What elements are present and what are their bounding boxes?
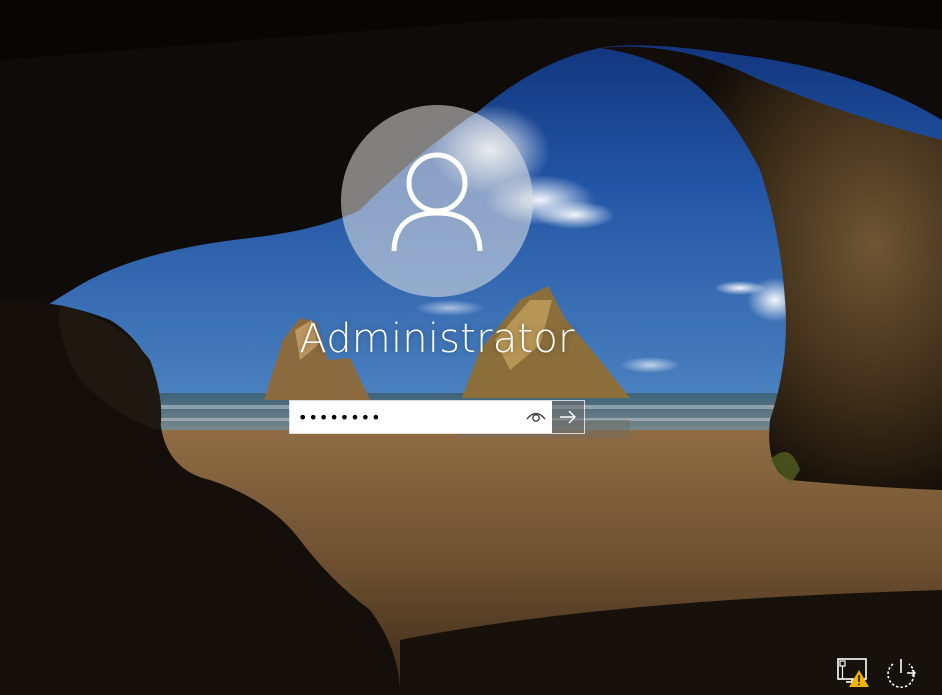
password-input[interactable]: [294, 401, 528, 433]
reveal-password-button[interactable]: [524, 405, 548, 429]
password-box: [289, 400, 585, 434]
power-icon: [887, 659, 916, 689]
submit-button[interactable]: [552, 401, 584, 433]
power-button[interactable]: [882, 656, 920, 690]
user-avatar: [341, 105, 533, 297]
eye-icon: [526, 412, 546, 422]
username-label: Administrator: [299, 316, 575, 362]
arrow-right-icon: [560, 410, 576, 424]
network-button[interactable]: [834, 656, 872, 690]
user-silhouette-icon: [391, 152, 483, 251]
lock-screen: Administrator: [0, 0, 942, 695]
network-warning-icon: [837, 658, 869, 687]
password-field-container: [290, 401, 552, 433]
